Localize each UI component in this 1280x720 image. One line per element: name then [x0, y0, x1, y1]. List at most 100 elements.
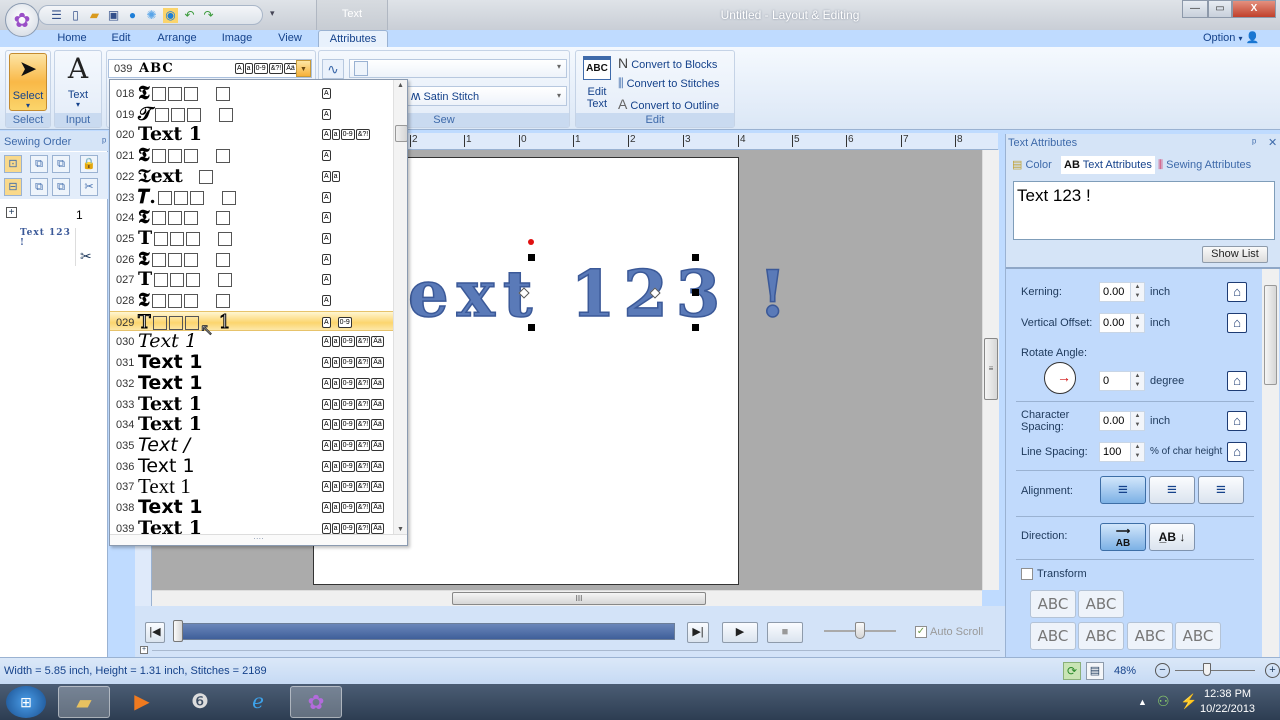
tab-home[interactable]: Home: [52, 30, 92, 47]
checkbox-unchecked[interactable]: [1021, 568, 1033, 580]
vertical-offset-input[interactable]: 0.00 ▲ ▼: [1099, 313, 1145, 333]
close-button[interactable]: X: [1232, 0, 1276, 18]
transform-wave-1[interactable]: ABC: [1030, 622, 1076, 650]
direction-vertical-button[interactable]: A̲B ↓: [1149, 523, 1195, 551]
scroll-down-icon[interactable]: ▼: [397, 526, 404, 533]
attributes-scroll-thumb[interactable]: [1264, 285, 1277, 385]
save-icon[interactable]: ▣: [106, 8, 121, 23]
spin-arrows-icon[interactable]: ▲ ▼: [1130, 283, 1144, 301]
font-list-item[interactable]: 025 T A: [110, 228, 393, 249]
expand-simulator-icon[interactable]: +: [140, 646, 148, 654]
font-dropdown-list[interactable]: 018 𝕿 A 019 𝒯 A 020 Text 1 Aa 0-9 &?! 021 𝕿 A 022 𝔗ext A…: [109, 79, 408, 546]
font-list-item[interactable]: 038 Text 1 Aa 0-9 &?! Ää: [110, 497, 393, 518]
line-spacing-reset-button[interactable]: ⌂: [1227, 442, 1247, 462]
pin-icon[interactable]: ᵖ: [1252, 134, 1256, 152]
redo-icon[interactable]: ↷: [201, 8, 216, 23]
start-button[interactable]: ⊞: [6, 686, 46, 718]
stitch-simulator-icon[interactable]: ●: [125, 8, 140, 23]
taskbar-embroidery-app[interactable]: ✿: [290, 686, 342, 718]
zoom-in-button[interactable]: +: [1265, 663, 1280, 678]
selection-handle[interactable]: [528, 324, 535, 331]
application-menu-button[interactable]: ✿: [5, 3, 39, 37]
resize-grip[interactable]: ····: [110, 534, 407, 545]
line-sew-type-select[interactable]: ▾: [349, 59, 567, 78]
convert-to-outline-link[interactable]: A Convert to Outline: [618, 96, 719, 112]
tab-text-attributes[interactable]: AB Text Attributes: [1061, 156, 1155, 174]
running-stitch-icon[interactable]: ∿: [322, 59, 344, 79]
stitch-progress-thumb[interactable]: [173, 620, 183, 642]
font-list-item[interactable]: 028 𝕿 A: [110, 290, 393, 311]
rotate-angle-dial[interactable]: →: [1044, 362, 1076, 394]
play-button[interactable]: ▶: [722, 622, 758, 643]
grid-toggle-icon[interactable]: ⟳: [1063, 662, 1081, 680]
checkbox-checked[interactable]: ✓: [915, 626, 927, 638]
rotate-angle-input[interactable]: 0 ▲ ▼: [1099, 371, 1145, 391]
font-list-item[interactable]: 037 Text 1 Aa 0-9 &?! Ää: [110, 476, 393, 497]
show-list-button[interactable]: Show List: [1202, 246, 1268, 263]
selection-handle[interactable]: [528, 254, 535, 261]
tab-color[interactable]: ▤ Color: [1009, 156, 1055, 174]
transform-arch-up[interactable]: ABC: [1030, 590, 1076, 618]
stitch-progress-bar[interactable]: [178, 623, 675, 640]
direction-horizontal-button[interactable]: ⟶ AB: [1100, 523, 1146, 551]
move-to-back-icon[interactable]: ⧉: [52, 155, 70, 173]
system-clock[interactable]: 12:38 PM 10/22/2013: [1200, 687, 1255, 717]
font-list-item[interactable]: 020 Text 1 Aa 0-9 &?!: [110, 124, 393, 145]
move-forward-icon[interactable]: ⧉: [30, 178, 48, 196]
rotate-angle-reset-button[interactable]: ⌂: [1227, 371, 1247, 391]
color-sort-icon[interactable]: ⊟: [4, 178, 22, 196]
spin-arrows-icon[interactable]: ▲ ▼: [1130, 443, 1144, 461]
tab-image[interactable]: Image: [214, 30, 260, 47]
restore-button[interactable]: ▭: [1208, 0, 1232, 18]
font-list-item[interactable]: 030 Text 1 Aa 0-9 &?! Ää: [110, 331, 393, 352]
tab-view[interactable]: View: [270, 30, 310, 47]
vertical-offset-reset-button[interactable]: ⌂: [1227, 313, 1247, 333]
sewing-order-item[interactable]: + 1 Text 123 ! ✂: [4, 206, 104, 266]
align-left-button[interactable]: ≡: [1100, 476, 1146, 504]
transform-wave-2[interactable]: ABC: [1078, 622, 1124, 650]
taskbar-file-explorer[interactable]: ▰: [58, 686, 110, 718]
font-list-item[interactable]: 024 𝕿 A: [110, 207, 393, 228]
selection-handle[interactable]: [692, 289, 699, 296]
list-icon[interactable]: ☰: [49, 8, 64, 23]
transform-slant-down[interactable]: ABC: [1175, 622, 1221, 650]
font-list-scroll-thumb[interactable]: [395, 125, 407, 142]
minimize-button[interactable]: —: [1182, 0, 1208, 18]
rotate-handle[interactable]: [528, 239, 534, 245]
pin-icon[interactable]: ᵖ: [102, 131, 106, 153]
auto-scroll-checkbox[interactable]: ✓ Auto Scroll: [915, 626, 983, 638]
transform-arch-down[interactable]: ABC: [1078, 590, 1124, 618]
font-list-item[interactable]: 036 Text 1 Aa 0-9 &?! Ää: [110, 456, 393, 477]
speed-slider-thumb[interactable]: [855, 622, 865, 639]
font-select[interactable]: 039 ABC A a 0-9 &?! Ää: [108, 59, 312, 78]
spin-arrows-icon[interactable]: ▲ ▼: [1130, 372, 1144, 390]
region-sew-type-select[interactable]: ʍ Satin Stitch ▾: [404, 86, 567, 106]
stop-button[interactable]: ■: [767, 622, 803, 643]
show-hidden-icons[interactable]: ▲: [1138, 697, 1147, 707]
spin-arrows-icon[interactable]: ▲ ▼: [1130, 412, 1144, 430]
realistic-view-icon[interactable]: ✺: [144, 8, 159, 23]
zoom-out-button[interactable]: −: [1155, 663, 1170, 678]
font-list-item[interactable]: 022 𝔗ext Aa: [110, 166, 393, 187]
horizontal-scrollbar[interactable]: III: [152, 590, 982, 606]
vertical-scrollbar[interactable]: ≡: [982, 150, 999, 590]
spin-arrows-icon[interactable]: ▲ ▼: [1130, 314, 1144, 332]
selection-handle[interactable]: [692, 254, 699, 261]
tab-arrange[interactable]: Arrange: [150, 30, 204, 47]
move-to-front-icon[interactable]: ⧉: [30, 155, 48, 173]
font-list-item[interactable]: 026 𝕿 A: [110, 249, 393, 270]
lock-icon[interactable]: 🔒: [80, 155, 98, 173]
scroll-up-icon[interactable]: ▲: [397, 82, 404, 89]
align-right-button[interactable]: ≡: [1198, 476, 1244, 504]
font-list-item[interactable]: 023 𝑻. A: [110, 187, 393, 208]
vertical-scroll-thumb[interactable]: ≡: [984, 338, 998, 400]
font-list-item[interactable]: 029 T 1 A 0-9: [110, 310, 393, 332]
taskbar-stitch-app[interactable]: ❻: [174, 686, 226, 718]
zoom-slider-thumb[interactable]: [1203, 663, 1211, 676]
convert-to-stitches-link[interactable]: ⫼ Convert to Stitches: [618, 76, 720, 91]
usb-safe-remove-icon[interactable]: ⚇: [1157, 693, 1170, 710]
character-spacing-reset-button[interactable]: ⌂: [1227, 411, 1247, 431]
align-center-button[interactable]: ≡: [1149, 476, 1195, 504]
selection-handle[interactable]: [692, 324, 699, 331]
font-list-item[interactable]: 027 T A: [110, 269, 393, 290]
